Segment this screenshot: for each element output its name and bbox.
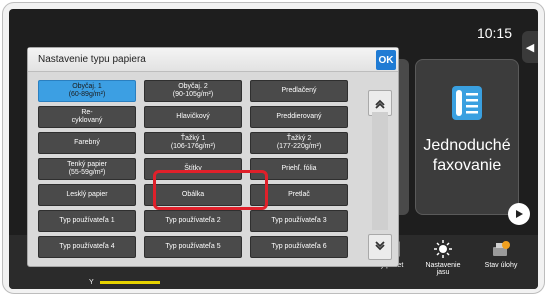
paper-type-option[interactable]: Typ používateľa 6 bbox=[250, 236, 348, 258]
toner-level-bar bbox=[99, 281, 160, 284]
paper-type-option[interactable]: Typ používateľa 4 bbox=[38, 236, 136, 258]
job-status-icon bbox=[493, 241, 510, 256]
chevron-up-icon bbox=[375, 99, 385, 109]
next-page-button[interactable] bbox=[508, 203, 530, 225]
ok-button[interactable]: OK bbox=[376, 50, 396, 70]
paper-type-option[interactable]: Pretlač bbox=[250, 184, 348, 206]
paper-type-option[interactable]: Lesklý papier bbox=[38, 184, 136, 206]
paper-type-option[interactable]: Predlačený bbox=[250, 80, 348, 102]
paper-type-option[interactable]: Obálka bbox=[144, 184, 242, 206]
toner-indicator: Y bbox=[89, 279, 160, 286]
paper-type-option[interactable]: Hlavičkový bbox=[144, 106, 242, 128]
paper-type-dialog: Nastavenie typu papiera OK Obyčaj. 1 (60… bbox=[27, 47, 399, 267]
device-bezel: 10:15 ◀ Jednoduché faxovanie Y Nastaveni… bbox=[2, 2, 545, 294]
clock: 10:15 bbox=[476, 25, 512, 41]
paper-type-option[interactable]: Typ používateľa 3 bbox=[250, 210, 348, 232]
easy-fax-label: Jednoduché faxovanie bbox=[423, 137, 511, 174]
scroll-down-button[interactable] bbox=[368, 234, 392, 260]
home-tile-partial[interactable] bbox=[399, 59, 409, 215]
paper-type-option[interactable]: Ťažký 2 (177-220g/m²) bbox=[250, 132, 348, 154]
paper-type-option[interactable]: Re- cyklovaný bbox=[38, 106, 136, 128]
dialog-title: Nastavenie typu papiera bbox=[38, 54, 146, 65]
paper-type-option[interactable]: Typ používateľa 5 bbox=[144, 236, 242, 258]
paper-type-option[interactable]: Obyčaj. 1 (60-89g/m²) bbox=[38, 80, 136, 102]
brightness-button[interactable]: Nastavenie jasu bbox=[423, 239, 463, 276]
fax-icon bbox=[452, 86, 482, 120]
brightness-label: Nastavenie jasu bbox=[425, 262, 461, 276]
paper-type-option[interactable]: Štítky bbox=[144, 158, 242, 180]
toner-label: Y bbox=[89, 279, 94, 286]
brightness-icon bbox=[434, 240, 452, 258]
touch-screen: 10:15 ◀ Jednoduché faxovanie Y Nastaveni… bbox=[9, 9, 538, 289]
side-panel-tab[interactable]: ◀ bbox=[522, 31, 538, 63]
paper-type-option[interactable]: Farebný bbox=[38, 132, 136, 154]
paper-type-option[interactable]: Typ používateľa 2 bbox=[144, 210, 242, 232]
paper-type-grid: Obyčaj. 1 (60-89g/m²) Obyčaj. 2 (90-105g/… bbox=[38, 80, 358, 262]
job-status-label: Stav úlohy bbox=[484, 262, 518, 269]
paper-type-option[interactable]: Priehľ. fólia bbox=[250, 158, 348, 180]
paper-type-option[interactable]: Preddierovaný bbox=[250, 106, 348, 128]
dialog-header: Nastavenie typu papiera OK bbox=[28, 48, 398, 72]
scroll-controls bbox=[368, 80, 392, 262]
easy-fax-tile[interactable]: Jednoduché faxovanie bbox=[415, 59, 519, 215]
paper-type-option[interactable]: Typ používateľa 1 bbox=[38, 210, 136, 232]
play-icon bbox=[516, 210, 523, 218]
paper-type-option[interactable]: Tenký papier (55-59g/m²) bbox=[38, 158, 136, 180]
scroll-track[interactable] bbox=[372, 112, 388, 230]
paper-type-option[interactable]: Ťažký 1 (106-176g/m²) bbox=[144, 132, 242, 154]
paper-type-option[interactable]: Obyčaj. 2 (90-105g/m²) bbox=[144, 80, 242, 102]
chevron-down-icon bbox=[375, 241, 385, 251]
job-status-button[interactable]: Stav úlohy bbox=[479, 239, 523, 269]
